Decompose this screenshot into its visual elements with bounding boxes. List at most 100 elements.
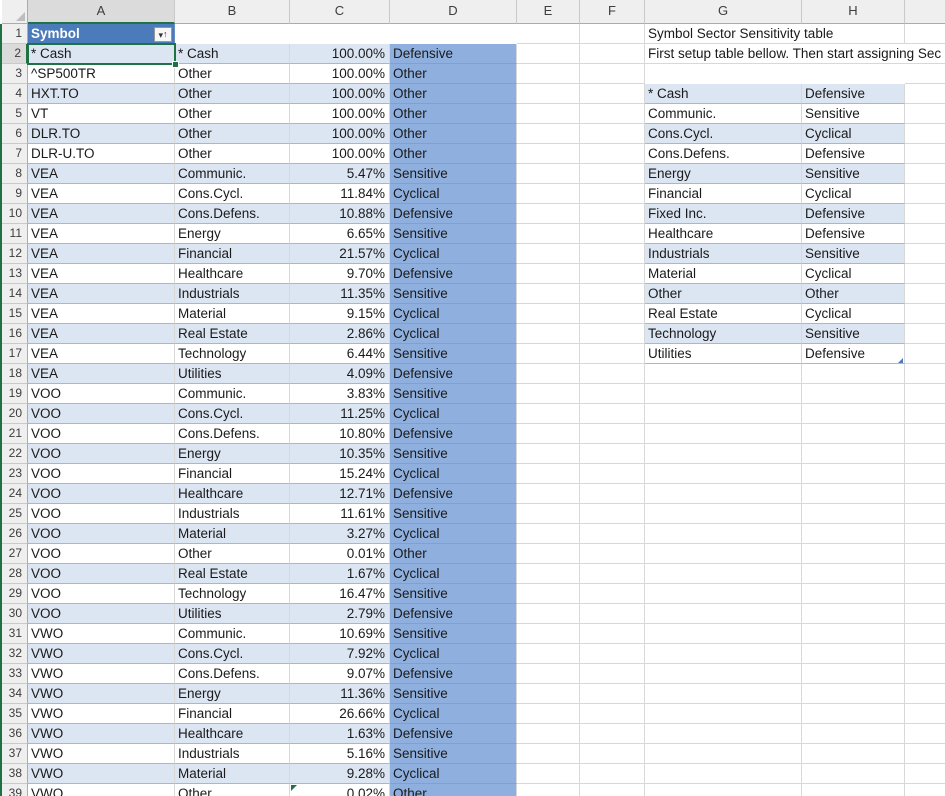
cell-I12[interactable] (905, 244, 945, 264)
cell-F6[interactable] (580, 124, 645, 144)
cell-H32[interactable] (802, 644, 905, 664)
cell-C27[interactable]: 0.01% (290, 544, 390, 564)
cell-G27[interactable] (645, 544, 802, 564)
cell-I26[interactable] (905, 524, 945, 544)
cell-E39[interactable] (517, 784, 580, 796)
row-header-15[interactable]: 15 (2, 304, 28, 324)
column-header-B[interactable]: B (175, 0, 290, 24)
cell-B9[interactable]: Cons.Cycl. (175, 184, 290, 204)
row-header-16[interactable]: 16 (2, 324, 28, 344)
row-header-22[interactable]: 22 (2, 444, 28, 464)
row-header-12[interactable]: 12 (2, 244, 28, 264)
cell-D8[interactable]: Sensitive (390, 164, 517, 184)
cell-C28[interactable]: 1.67% (290, 564, 390, 584)
cell-F25[interactable] (580, 504, 645, 524)
cell-F3[interactable] (580, 64, 645, 84)
cell-B19[interactable]: Communic. (175, 384, 290, 404)
cell-E30[interactable] (517, 604, 580, 624)
cell-H29[interactable] (802, 584, 905, 604)
cell-A9[interactable]: VEA (28, 184, 175, 204)
row-header-6[interactable]: 6 (2, 124, 28, 144)
cell-D23[interactable]: Cyclical (390, 464, 517, 484)
row-header-8[interactable]: 8 (2, 164, 28, 184)
row-header-28[interactable]: 28 (2, 564, 28, 584)
cell-F13[interactable] (580, 264, 645, 284)
cell-D29[interactable]: Sensitive (390, 584, 517, 604)
cell-C15[interactable]: 9.15% (290, 304, 390, 324)
cell-H28[interactable] (802, 564, 905, 584)
column-header-E[interactable]: E (517, 0, 580, 24)
cell-A4[interactable]: HXT.TO (28, 84, 175, 104)
cell-I23[interactable] (905, 464, 945, 484)
cell-D31[interactable]: Sensitive (390, 624, 517, 644)
cell-E29[interactable] (517, 584, 580, 604)
cell-I29[interactable] (905, 584, 945, 604)
cell-B31[interactable]: Communic. (175, 624, 290, 644)
cell-I9[interactable] (905, 184, 945, 204)
cell-B35[interactable]: Financial (175, 704, 290, 724)
cell-F33[interactable] (580, 664, 645, 684)
fill-handle[interactable] (172, 61, 179, 68)
cell-H7[interactable]: Defensive (802, 144, 905, 164)
cell-C33[interactable]: 9.07% (290, 664, 390, 684)
cell-G29[interactable] (645, 584, 802, 604)
cell-B30[interactable]: Utilities (175, 604, 290, 624)
cell-F31[interactable] (580, 624, 645, 644)
cell-E38[interactable] (517, 764, 580, 784)
cell-G20[interactable] (645, 404, 802, 424)
cell-I36[interactable] (905, 724, 945, 744)
cell-F8[interactable] (580, 164, 645, 184)
row-header-18[interactable]: 18 (2, 364, 28, 384)
cell-E6[interactable] (517, 124, 580, 144)
cell-I5[interactable] (905, 104, 945, 124)
cell-E25[interactable] (517, 504, 580, 524)
cell-D6[interactable]: Other (390, 124, 517, 144)
cell-I14[interactable] (905, 284, 945, 304)
cell-E4[interactable] (517, 84, 580, 104)
cell-E16[interactable] (517, 324, 580, 344)
cell-C11[interactable]: 6.65% (290, 224, 390, 244)
cell-B34[interactable]: Energy (175, 684, 290, 704)
cell-E1[interactable] (517, 24, 580, 44)
cell-F16[interactable] (580, 324, 645, 344)
cell-H16[interactable]: Sensitive (802, 324, 905, 344)
cell-C16[interactable]: 2.86% (290, 324, 390, 344)
cell-F10[interactable] (580, 204, 645, 224)
cell-A21[interactable]: VOO (28, 424, 175, 444)
cell-H31[interactable] (802, 624, 905, 644)
cell-D15[interactable]: Cyclical (390, 304, 517, 324)
row-header-30[interactable]: 30 (2, 604, 28, 624)
cell-C19[interactable]: 3.83% (290, 384, 390, 404)
row-header-13[interactable]: 13 (2, 264, 28, 284)
cell-E7[interactable] (517, 144, 580, 164)
cell-C31[interactable]: 10.69% (290, 624, 390, 644)
cell-F39[interactable] (580, 784, 645, 796)
cell-F9[interactable] (580, 184, 645, 204)
cell-H13[interactable]: Cyclical (802, 264, 905, 284)
cell-E28[interactable] (517, 564, 580, 584)
row-header-39[interactable]: 39 (2, 784, 28, 796)
cell-B37[interactable]: Industrials (175, 744, 290, 764)
cell-C35[interactable]: 26.66% (290, 704, 390, 724)
cell-F5[interactable] (580, 104, 645, 124)
cell-D34[interactable]: Sensitive (390, 684, 517, 704)
cell-E23[interactable] (517, 464, 580, 484)
cell-G22[interactable] (645, 444, 802, 464)
cell-A7[interactable]: DLR-U.TO (28, 144, 175, 164)
cell-D16[interactable]: Cyclical (390, 324, 517, 344)
cell-E36[interactable] (517, 724, 580, 744)
cell-E27[interactable] (517, 544, 580, 564)
cell-G26[interactable] (645, 524, 802, 544)
cell-D27[interactable]: Other (390, 544, 517, 564)
cell-I38[interactable] (905, 764, 945, 784)
row-header-14[interactable]: 14 (2, 284, 28, 304)
cell-G5[interactable]: Communic. (645, 104, 802, 124)
cell-D19[interactable]: Sensitive (390, 384, 517, 404)
cell-C9[interactable]: 11.84% (290, 184, 390, 204)
cell-H26[interactable] (802, 524, 905, 544)
cell-F11[interactable] (580, 224, 645, 244)
cell-D25[interactable]: Sensitive (390, 504, 517, 524)
cell-D35[interactable]: Cyclical (390, 704, 517, 724)
cell-E13[interactable] (517, 264, 580, 284)
cell-E37[interactable] (517, 744, 580, 764)
